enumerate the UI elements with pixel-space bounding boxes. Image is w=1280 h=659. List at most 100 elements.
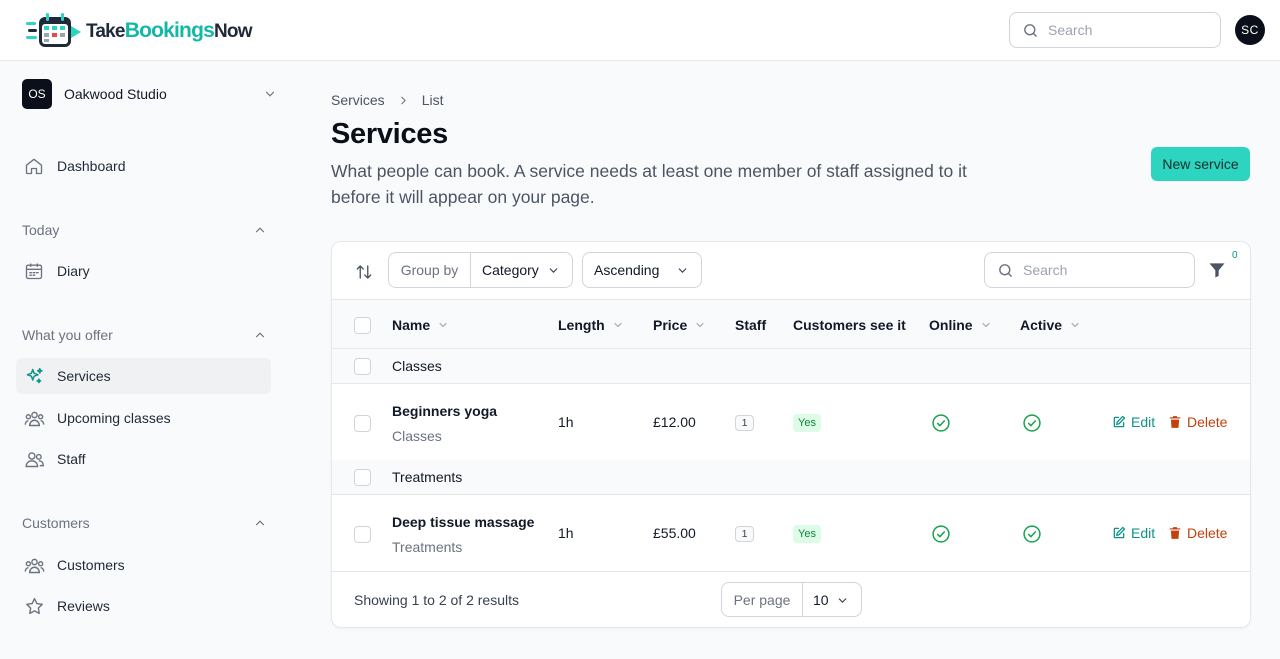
row-checkbox[interactable] xyxy=(354,415,371,432)
section-customers[interactable]: Customers xyxy=(22,513,267,533)
global-search-input[interactable] xyxy=(1048,22,1198,38)
table-search[interactable] xyxy=(984,252,1195,288)
select-all-checkbox[interactable] xyxy=(354,317,371,334)
group-checkbox[interactable] xyxy=(354,358,371,375)
per-page-label: Per page xyxy=(722,583,803,616)
section-what-you-offer[interactable]: What you offer xyxy=(22,325,267,345)
chevron-down-icon xyxy=(614,322,622,328)
sidebar-item-label: Services xyxy=(57,368,111,384)
chevron-down-icon xyxy=(982,322,990,328)
section-title: Today xyxy=(22,222,60,238)
trash-icon xyxy=(1169,527,1181,539)
per-page-select[interactable]: 10 xyxy=(803,583,861,616)
group-checkbox[interactable] xyxy=(354,469,371,486)
filter-button[interactable] xyxy=(1207,260,1231,284)
online-check-icon xyxy=(932,414,950,432)
sort-direction-select[interactable]: Ascending xyxy=(582,252,702,288)
service-price: £55.00 xyxy=(653,525,696,541)
service-category: Treatments xyxy=(392,539,463,555)
chevron-up-icon xyxy=(255,520,265,526)
active-check-icon xyxy=(1023,525,1041,543)
studio-name: Oakwood Studio xyxy=(64,86,167,102)
chevron-down-icon xyxy=(439,322,447,328)
sidebar-item-label: Upcoming classes xyxy=(57,410,171,426)
studio-badge: OS xyxy=(22,79,52,109)
chevron-down-icon xyxy=(1071,322,1079,328)
service-length: 1h xyxy=(558,525,574,541)
trash-icon xyxy=(1169,416,1181,428)
online-check-icon xyxy=(932,525,950,543)
chevron-up-icon xyxy=(255,227,265,233)
chevron-right-icon xyxy=(397,94,410,107)
sidebar-item-dashboard[interactable]: Dashboard xyxy=(16,148,271,184)
breadcrumb-list: List xyxy=(421,92,444,108)
sidebar-item-staff[interactable]: Staff xyxy=(16,441,271,477)
column-header-price[interactable]: Price xyxy=(653,317,706,333)
column-header-online[interactable]: Online xyxy=(929,317,992,333)
sidebar-item-services[interactable]: Services xyxy=(16,358,271,394)
service-length: 1h xyxy=(558,414,574,430)
chevron-down-icon xyxy=(678,268,687,273)
service-name[interactable]: Deep tissue massage xyxy=(392,514,534,530)
global-search[interactable] xyxy=(1009,12,1221,48)
section-today[interactable]: Today xyxy=(22,220,267,240)
column-header-name[interactable]: Name xyxy=(392,317,449,333)
sort-toggle-button[interactable] xyxy=(352,260,376,284)
pencil-square-icon xyxy=(1113,526,1126,539)
chevron-down-icon xyxy=(838,598,847,603)
group-row-classes: Classes xyxy=(332,349,1250,384)
logo-text: TakeBookingsNow xyxy=(86,19,252,42)
user-group-icon xyxy=(23,554,45,576)
sidebar-item-diary[interactable]: Diary xyxy=(16,253,271,289)
edit-button[interactable]: Edit xyxy=(1112,414,1155,430)
sidebar-item-label: Diary xyxy=(57,263,90,279)
group-by-value: Category xyxy=(482,262,539,278)
section-title: Customers xyxy=(22,515,90,531)
group-by-control: Group by Category xyxy=(388,252,573,288)
column-header-length[interactable]: Length xyxy=(558,317,624,333)
search-icon xyxy=(1024,23,1037,37)
sidebar-item-label: Staff xyxy=(57,451,86,467)
sidebar-item-upcoming-classes[interactable]: Upcoming classes xyxy=(16,400,271,436)
table-row: Beginners yoga Classes 1h £12.00 1 Yes E… xyxy=(332,384,1250,461)
logo[interactable]: TakeBookingsNow xyxy=(26,12,252,50)
studio-switcher[interactable]: OS Oakwood Studio xyxy=(22,79,277,109)
group-row-treatments: Treatments xyxy=(332,460,1250,495)
sidebar: OS Oakwood Studio Dashboard Today Diary … xyxy=(0,61,290,659)
service-price: £12.00 xyxy=(653,414,696,430)
arrows-up-down-icon xyxy=(356,265,372,279)
sidebar-item-reviews[interactable]: Reviews xyxy=(16,588,271,624)
funnel-icon xyxy=(1209,263,1225,278)
delete-button[interactable]: Delete xyxy=(1168,414,1227,430)
delete-button[interactable]: Delete xyxy=(1168,525,1227,541)
group-by-select[interactable]: Category xyxy=(471,253,572,287)
service-category: Classes xyxy=(392,428,442,444)
services-table-card: Group by Category Ascending 0 Name Lengt… xyxy=(331,241,1251,628)
breadcrumb-services[interactable]: Services xyxy=(331,92,385,108)
table-header: Name Length Price Staff Customers see it… xyxy=(332,299,1250,349)
chevron-down-icon xyxy=(265,91,275,97)
star-icon xyxy=(23,595,45,617)
customers-see-it-badge: Yes xyxy=(793,414,821,432)
filter-count-badge: 0 xyxy=(1232,250,1238,261)
column-header-customers-see-it: Customers see it xyxy=(793,317,906,333)
column-header-active[interactable]: Active xyxy=(1020,317,1081,333)
group-name: Treatments xyxy=(392,469,463,485)
service-name[interactable]: Beginners yoga xyxy=(392,403,497,419)
row-checkbox[interactable] xyxy=(354,526,371,543)
group-by-label: Group by xyxy=(389,253,471,287)
chevron-down-icon xyxy=(549,268,558,273)
user-avatar[interactable]: SC xyxy=(1235,15,1265,45)
edit-button[interactable]: Edit xyxy=(1112,525,1155,541)
table-search-input[interactable] xyxy=(1023,262,1173,278)
sidebar-item-label: Customers xyxy=(57,557,125,573)
calendar-icon xyxy=(23,260,45,282)
new-service-button[interactable]: New service xyxy=(1151,147,1250,181)
search-icon xyxy=(999,263,1012,277)
active-check-icon xyxy=(1023,414,1041,432)
sort-direction-value: Ascending xyxy=(594,262,660,278)
page-description: What people can book. A service needs at… xyxy=(331,161,967,207)
home-icon xyxy=(23,155,45,177)
column-header-staff: Staff xyxy=(735,317,767,333)
sidebar-item-customers[interactable]: Customers xyxy=(16,547,271,583)
